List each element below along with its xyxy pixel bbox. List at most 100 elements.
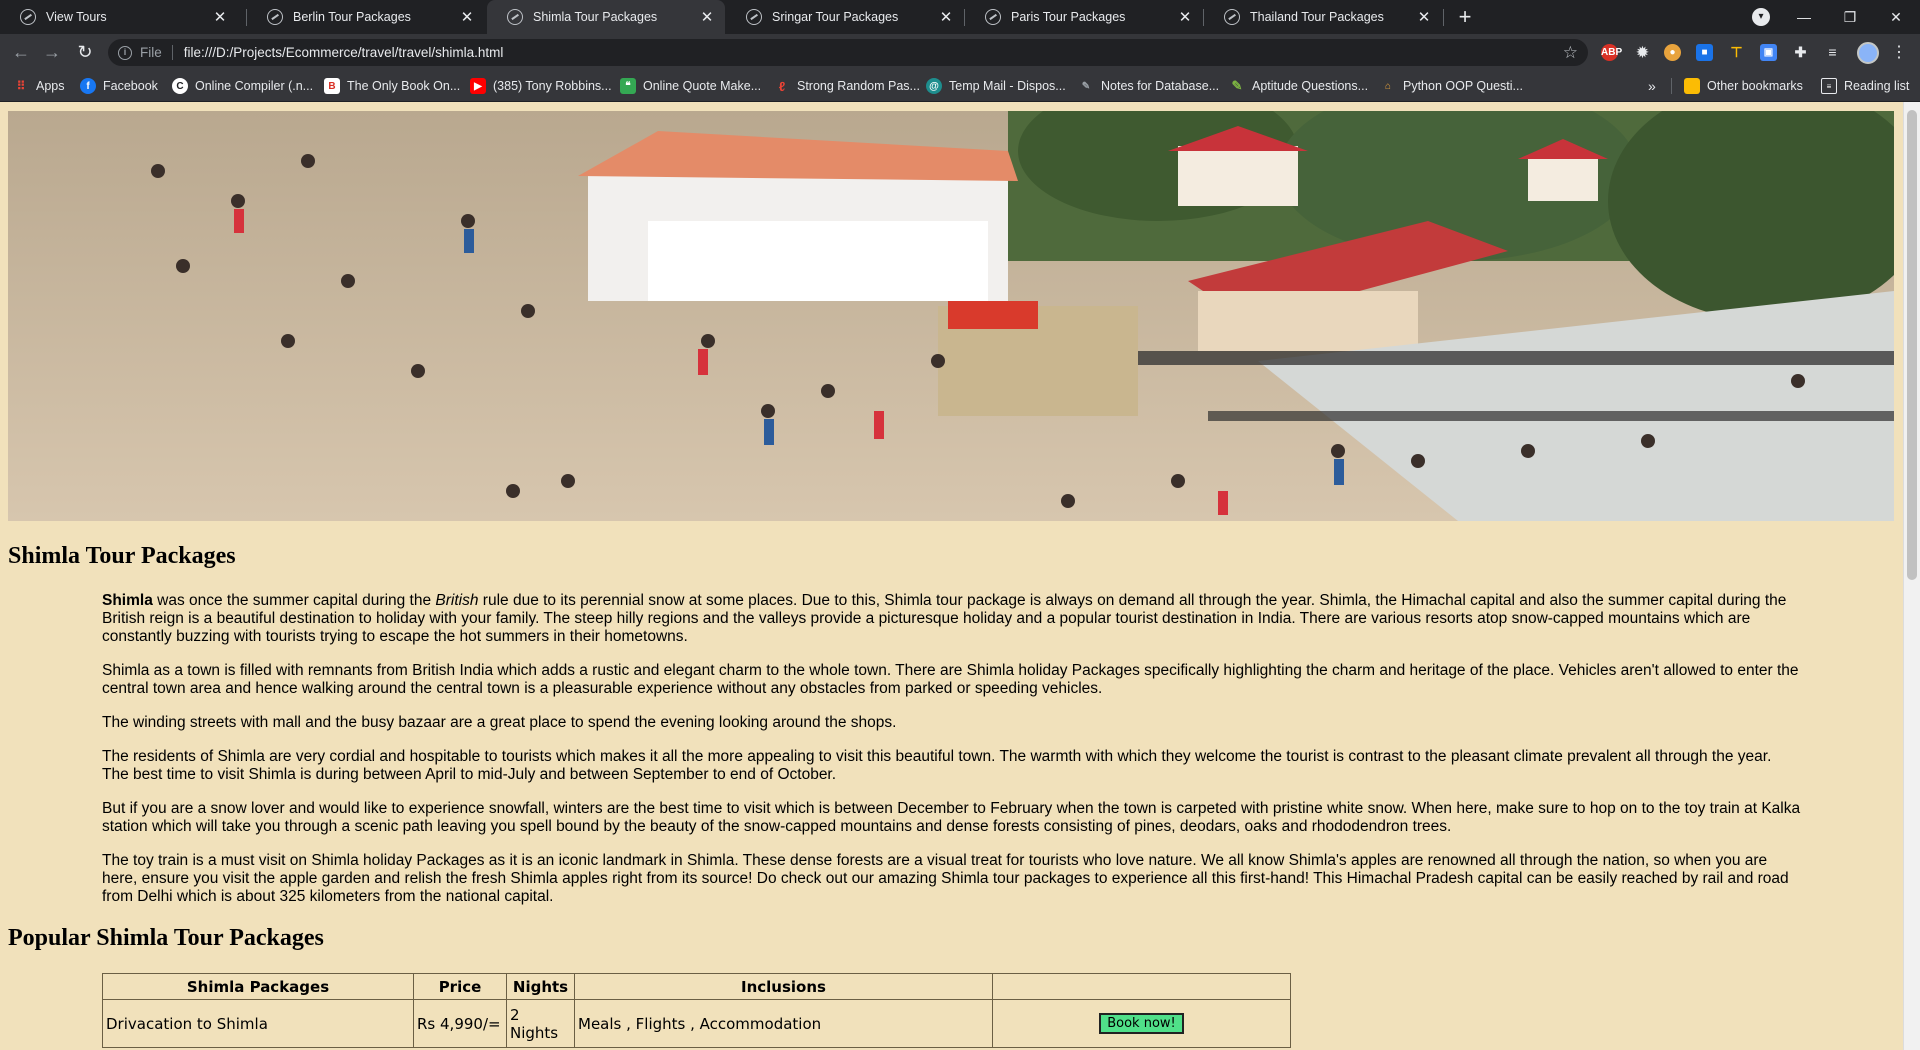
password-icon: ℓ [778,78,786,94]
address-bar[interactable]: i File file:///D:/Projects/Ecommerce/tra… [108,39,1588,66]
bookmark-label: Temp Mail - Dispos... [949,79,1066,93]
reading-list-label: Reading list [1844,79,1910,93]
bookmark-facebook[interactable]: f Facebook [80,70,158,102]
globe-icon [507,9,523,25]
forward-arrow-icon[interactable]: → [40,40,64,64]
tab-berlin-tour-packages[interactable]: Berlin Tour Packages ✕ [247,0,485,34]
bookmark-label: Aptitude Questions... [1252,79,1369,93]
bookmark-tony-robbins[interactable]: ▶ (385) Tony Robbins... [470,70,612,102]
bookmark-temp-mail[interactable]: @ Temp Mail - Dispos... [926,70,1066,102]
page-scrollbar[interactable] [1903,102,1920,1050]
close-icon[interactable]: ✕ [1177,8,1193,26]
intro-text-a: was once the summer capital during the [152,592,436,609]
back-arrow-icon[interactable]: ← [9,40,33,64]
tab-search-icon[interactable]: ▾ [1752,8,1770,26]
table-row: Drivacation to Shimla Rs 4,990/= 2 Night… [102,999,1291,1048]
bookmark-label: Notes for Database... [1101,79,1220,93]
bookmark-label: (385) Tony Robbins... [493,79,612,93]
package-price: Rs 4,990/= [413,999,507,1048]
tab-shimla-tour-packages[interactable]: Shimla Tour Packages ✕ [487,0,725,34]
intro-italic-british: British [435,592,479,609]
info-icon[interactable]: i [118,45,132,60]
close-icon[interactable]: ✕ [212,8,228,26]
reload-icon[interactable]: ↻ [73,40,97,64]
bookmarks-bar: ⠿ Apps f Facebook C Online Compiler (.n.… [0,70,1920,102]
packages-table: Shimla Packages Price Nights Inclusions … [102,973,1291,1048]
address-url[interactable]: file:///D:/Projects/Ecommerce/travel/tra… [184,45,504,60]
minimize-icon[interactable]: — [1781,0,1827,34]
column-header-action [992,973,1291,1000]
tab-title: Thailand Tour Packages [1250,10,1384,24]
other-bookmarks-label: Other bookmarks [1707,79,1803,93]
media-queue-icon[interactable]: ≡ [1824,44,1841,61]
book-now-button[interactable]: Book now! [1099,1013,1184,1034]
package-inclusions: Meals , Flights , Accommodation [574,999,993,1048]
flag-extension-icon[interactable]: ⊤ [1728,44,1745,61]
bookmark-apps[interactable]: ⠿ Apps [13,70,65,102]
globe-icon [1224,9,1240,25]
tab-view-tours[interactable]: View Tours ✕ [0,0,238,34]
tab-title: Sringar Tour Packages [772,10,899,24]
bookmark-star-icon[interactable]: ☆ [1563,43,1578,63]
globe-icon [20,9,36,25]
bookmark-aptitude-questions[interactable]: ✎ Aptitude Questions... [1229,70,1369,102]
bookmark-the-only-book[interactable]: B The Only Book On... [324,70,460,102]
tab-title: View Tours [46,10,107,24]
shimla-mall-road-photo [8,111,1894,521]
scrollbar-thumb[interactable] [1907,110,1917,580]
profile-avatar[interactable] [1857,42,1879,64]
aptitude-icon: ✎ [1231,78,1243,93]
bookmark-online-quote-maker[interactable]: ❝ Online Quote Make... [620,70,761,102]
translate-extension-icon[interactable]: ▣ [1760,44,1777,61]
globe-icon [985,9,1001,25]
compiler-icon: C [172,78,188,94]
globe-icon [746,9,762,25]
new-tab-plus-icon[interactable]: + [1452,4,1478,30]
globe-icon [267,9,283,25]
restore-icon[interactable]: ❐ [1827,0,1873,34]
column-header-price: Price [413,973,507,1000]
shield-extension-icon[interactable]: ■ [1696,44,1713,61]
close-icon[interactable]: ✕ [938,8,954,26]
tab-title: Paris Tour Packages [1011,10,1126,24]
close-icon[interactable]: ✕ [459,8,475,26]
close-icon[interactable]: ✕ [699,8,715,26]
address-scheme: File [140,45,173,60]
bookmark-notes-for-database[interactable]: ✎ Notes for Database... [1078,70,1219,102]
bookmark-label: Facebook [103,79,158,93]
package-action-cell: Book now! [992,999,1291,1048]
other-bookmarks[interactable]: Other bookmarks [1684,70,1803,102]
gear-extension-icon[interactable]: ✹ [1634,44,1651,61]
bookmark-online-compiler[interactable]: C Online Compiler (.n... [172,70,313,102]
window-close-icon[interactable]: ✕ [1873,0,1919,34]
kebab-menu-icon[interactable]: ⋮ [1891,42,1907,64]
bookmarks-overflow-chevron[interactable]: » [1648,70,1656,102]
book-icon: B [324,78,340,94]
tab-paris-tour-packages[interactable]: Paris Tour Packages ✕ [965,0,1203,34]
package-nights: 2 Nights [506,999,575,1048]
bookmark-python-oop-questions[interactable]: ⌂ Python OOP Questi... [1380,70,1523,102]
tab-title: Shimla Tour Packages [533,10,658,24]
shimla-hero-image [8,111,1894,521]
paragraph-toy-train: The toy train is a must visit on Shimla … [102,852,1789,905]
reading-list[interactable]: ≡ Reading list [1821,70,1909,102]
bookmark-label: The Only Book On... [347,79,461,93]
cookie-extension-icon[interactable]: ● [1664,44,1681,61]
page-viewport: Shimla Tour Packages Shimla was once the… [0,102,1920,1050]
browser-toolbar: ← → ↻ i File file:///D:/Projects/Ecommer… [0,34,1920,70]
adblock-extension-icon[interactable]: ABP [1601,44,1622,61]
tab-thailand-tour-packages[interactable]: Thailand Tour Packages ✕ [1204,0,1442,34]
bookmark-label: Online Compiler (.n... [195,79,314,93]
tab-sringar-tour-packages[interactable]: Sringar Tour Packages ✕ [726,0,964,34]
page-title: Shimla Tour Packages [8,543,236,569]
close-icon[interactable]: ✕ [1416,8,1432,26]
apps-grid-icon: ⠿ [16,79,26,93]
bookmark-strong-random-password[interactable]: ℓ Strong Random Pas... [774,70,920,102]
puzzle-extensions-icon[interactable]: ✚ [1792,44,1809,61]
bookmarks-divider [1671,78,1672,94]
paragraph-residents: The residents of Shimla are very cordial… [102,748,1772,783]
column-header-packages: Shimla Packages [102,973,414,1000]
package-name: Drivacation to Shimla [102,999,414,1048]
facebook-icon: f [80,78,96,94]
reading-list-icon: ≡ [1821,78,1837,94]
